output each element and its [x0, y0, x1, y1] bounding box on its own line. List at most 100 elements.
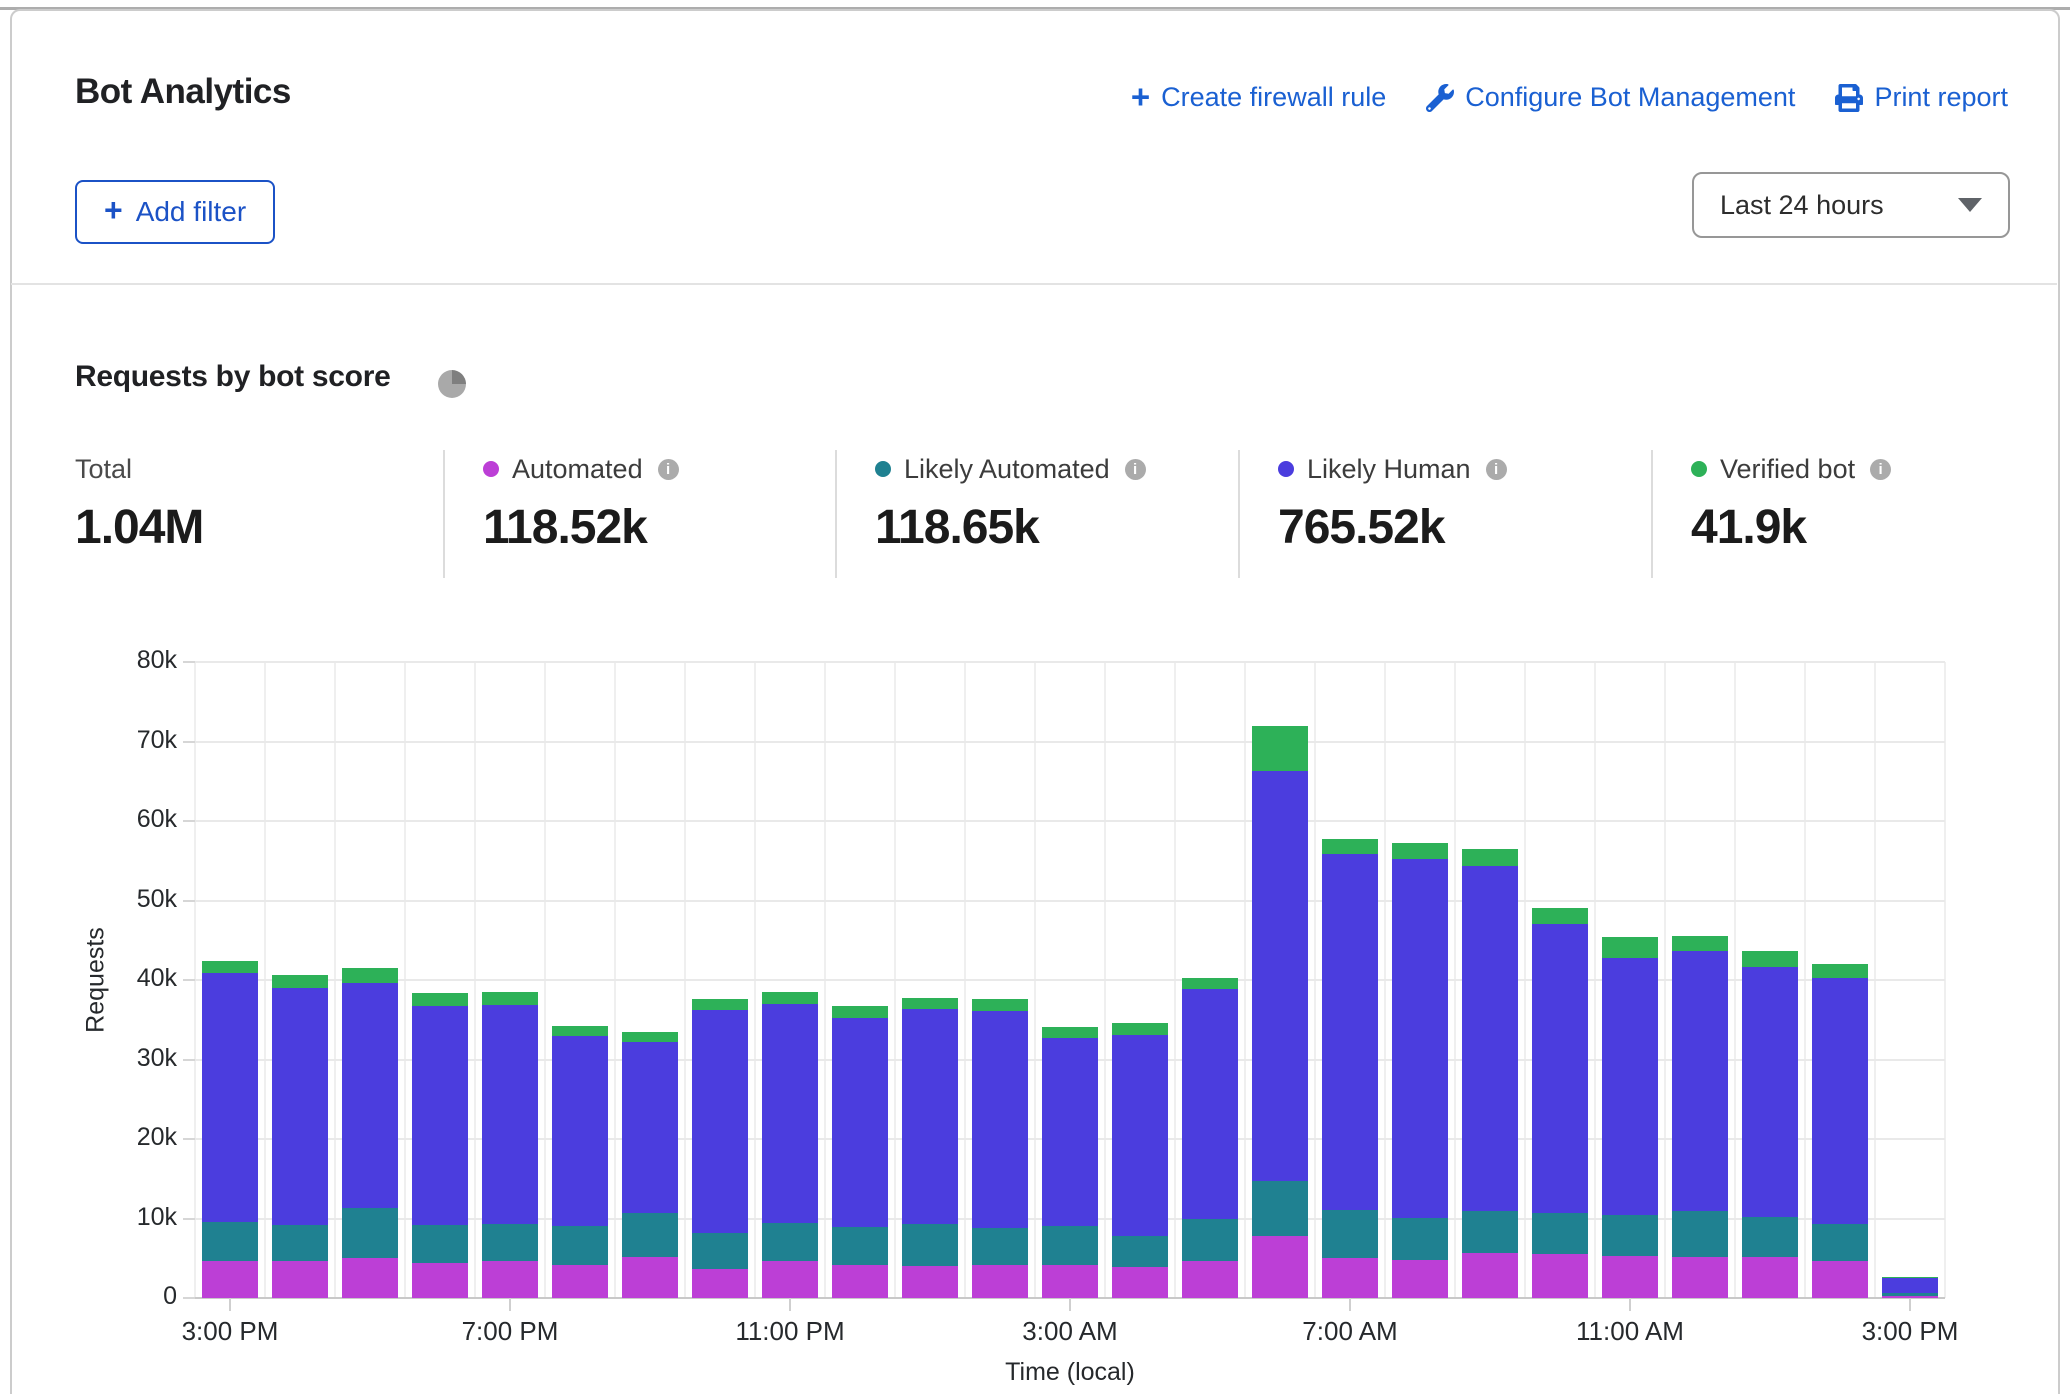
info-icon[interactable]: i — [658, 459, 679, 480]
y-axis-tick-label: 10k — [47, 1203, 177, 1232]
add-filter-label: Add filter — [136, 196, 247, 228]
stat-divider — [443, 450, 445, 578]
bar-group[interactable] — [902, 662, 958, 1298]
bar-group[interactable] — [622, 662, 678, 1298]
bar-group[interactable] — [1532, 662, 1588, 1298]
y-axis-tick — [183, 1059, 195, 1061]
x-axis-tick-label: 3:00 PM — [1862, 1316, 1959, 1347]
stat-total: Total 1.04M — [75, 452, 203, 555]
section-title: Requests by bot score — [75, 360, 390, 394]
bar-segment-likely-human — [762, 1004, 818, 1223]
bar-segment-likely-automated — [1672, 1211, 1728, 1257]
bar-group[interactable] — [1672, 662, 1728, 1298]
pie-chart-icon — [438, 370, 466, 398]
bar-group[interactable] — [272, 662, 328, 1298]
link-label: Create firewall rule — [1161, 82, 1386, 113]
plus-icon: + — [1131, 80, 1150, 113]
y-axis-tick-label: 20k — [47, 1123, 177, 1152]
bar-segment-likely-human — [1042, 1038, 1098, 1226]
printer-icon — [1835, 84, 1863, 112]
bar-group[interactable] — [832, 662, 888, 1298]
bar-group[interactable] — [1392, 662, 1448, 1298]
add-filter-button[interactable]: + Add filter — [75, 180, 275, 244]
y-axis-tick — [183, 820, 195, 822]
bar-segment-likely-automated — [1392, 1218, 1448, 1260]
configure-bot-management-link[interactable]: Configure Bot Management — [1426, 82, 1795, 113]
bar-segment-verified-bot — [1602, 937, 1658, 958]
info-icon[interactable]: i — [1125, 459, 1146, 480]
bar-segment-likely-human — [1812, 978, 1868, 1224]
bar-segment-automated — [1602, 1256, 1658, 1298]
info-icon[interactable]: i — [1870, 459, 1891, 480]
bar-segment-verified-bot — [622, 1032, 678, 1042]
bar-group[interactable] — [1182, 662, 1238, 1298]
bar-segment-automated — [1252, 1236, 1308, 1298]
bar-segment-verified-bot — [762, 992, 818, 1004]
y-axis-tick-label: 50k — [47, 885, 177, 914]
print-report-link[interactable]: Print report — [1835, 82, 2008, 113]
stat-value: 1.04M — [75, 500, 203, 555]
bar-group[interactable] — [1812, 662, 1868, 1298]
y-axis-tick — [183, 979, 195, 981]
y-axis-tick-label: 30k — [47, 1044, 177, 1073]
bar-segment-verified-bot — [202, 961, 258, 973]
bar-segment-likely-automated — [1322, 1210, 1378, 1258]
bar-segment-likely-human — [1882, 1278, 1938, 1293]
legend-dot-automated — [483, 461, 499, 477]
create-firewall-rule-link[interactable]: + Create firewall rule — [1131, 82, 1386, 113]
bar-segment-likely-automated — [692, 1233, 748, 1270]
bar-segment-automated — [1742, 1257, 1798, 1298]
time-range-select[interactable]: Last 24 hours — [1692, 172, 2010, 238]
bar-segment-likely-human — [412, 1006, 468, 1225]
bar-group[interactable] — [1602, 662, 1658, 1298]
legend-dot-likely-automated — [875, 461, 891, 477]
x-axis-tick — [1069, 1298, 1071, 1311]
stat-likely-human: Likely Human i 765.52k — [1278, 452, 1507, 555]
bar-group[interactable] — [202, 662, 258, 1298]
bar-segment-automated — [272, 1261, 328, 1298]
bar-group[interactable] — [1742, 662, 1798, 1298]
bar-group[interactable] — [552, 662, 608, 1298]
bar-segment-likely-human — [1672, 951, 1728, 1211]
y-axis-title: Requests — [82, 927, 111, 1033]
bar-group[interactable] — [1462, 662, 1518, 1298]
bar-segment-likely-automated — [1112, 1236, 1168, 1267]
bar-group[interactable] — [1322, 662, 1378, 1298]
y-axis-tick-label: 0 — [47, 1282, 177, 1311]
bar-group[interactable] — [972, 662, 1028, 1298]
bar-segment-likely-human — [1112, 1035, 1168, 1236]
bar-segment-automated — [692, 1269, 748, 1298]
link-label: Configure Bot Management — [1465, 82, 1795, 113]
bar-segment-verified-bot — [832, 1006, 888, 1018]
bar-segment-verified-bot — [902, 998, 958, 1009]
bar-segment-verified-bot — [1042, 1027, 1098, 1038]
info-icon[interactable]: i — [1486, 459, 1507, 480]
bar-segment-automated — [1392, 1260, 1448, 1298]
stat-label: Automated — [512, 454, 643, 485]
bar-segment-verified-bot — [1392, 843, 1448, 859]
bar-segment-verified-bot — [1882, 1277, 1938, 1278]
bar-group[interactable] — [692, 662, 748, 1298]
bar-segment-likely-automated — [1462, 1211, 1518, 1253]
x-axis-tick-label: 3:00 PM — [182, 1316, 279, 1347]
bar-segment-verified-bot — [482, 992, 538, 1006]
bar-segment-likely-human — [1322, 854, 1378, 1210]
bar-group[interactable] — [1252, 662, 1308, 1298]
wrench-icon — [1426, 84, 1454, 112]
bar-group[interactable] — [342, 662, 398, 1298]
bar-segment-automated — [412, 1263, 468, 1298]
bar-group[interactable] — [482, 662, 538, 1298]
bar-segment-likely-human — [622, 1042, 678, 1213]
bar-group[interactable] — [1042, 662, 1098, 1298]
bar-group[interactable] — [762, 662, 818, 1298]
bar-group[interactable] — [412, 662, 468, 1298]
x-axis-tick — [509, 1298, 511, 1311]
bar-segment-likely-human — [692, 1010, 748, 1233]
bar-group[interactable] — [1882, 662, 1938, 1298]
bar-group[interactable] — [1112, 662, 1168, 1298]
bar-segment-verified-bot — [1182, 978, 1238, 989]
bar-segment-verified-bot — [342, 968, 398, 983]
bar-segment-verified-bot — [412, 993, 468, 1007]
x-axis-tick-label: 7:00 AM — [1302, 1316, 1397, 1347]
bar-segment-likely-automated — [272, 1225, 328, 1262]
